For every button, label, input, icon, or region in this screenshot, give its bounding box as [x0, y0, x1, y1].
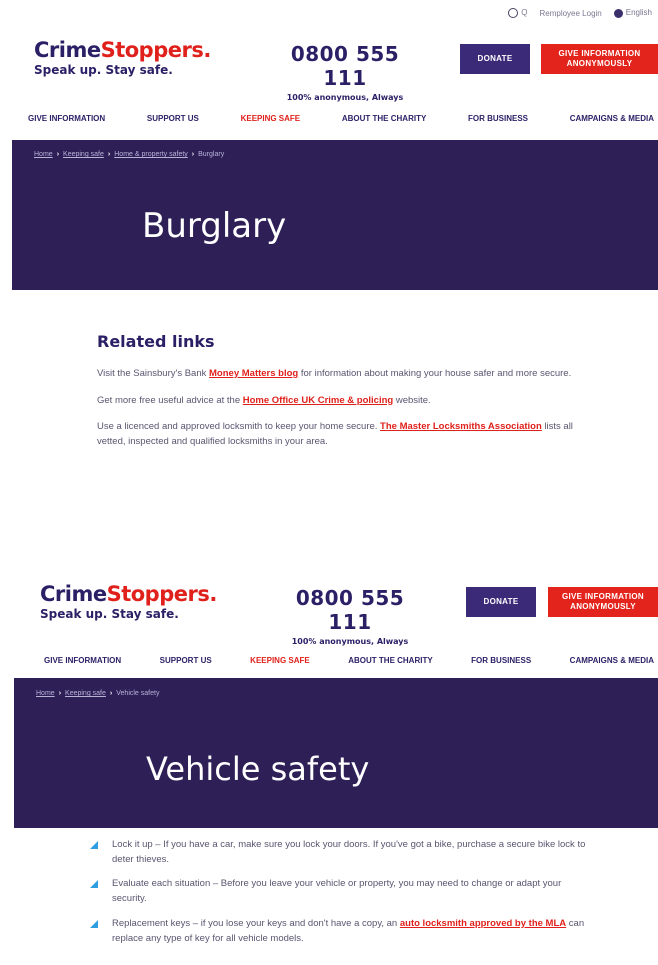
chevron-right-icon: ›	[191, 151, 195, 158]
breadcrumb-current: Vehicle safety	[116, 690, 160, 697]
logo-tagline: Speak up. Stay safe.	[34, 63, 173, 77]
nav-support-us[interactable]: SUPPORT US	[147, 114, 199, 123]
search-icon	[508, 8, 519, 18]
breadcrumb: Home › Keeping safe › Vehicle safety	[36, 690, 159, 697]
list-item: Replacement keys – if you lose your keys…	[90, 917, 590, 946]
donate-button[interactable]: DONATE	[466, 587, 536, 617]
language-selector[interactable]: English	[613, 8, 652, 18]
section-heading: Related links	[97, 332, 215, 351]
nav-support-us[interactable]: SUPPORT US	[160, 656, 212, 665]
phone-number[interactable]: 0800 555 111	[270, 42, 420, 90]
bullet-triangle-icon	[90, 841, 98, 849]
list-item: Lock it up – If you have a car, make sur…	[90, 838, 590, 867]
chevron-right-icon: ›	[109, 690, 113, 697]
chevron-right-icon: ›	[107, 151, 111, 158]
related-links-section: Related links Visit the Sainsbury's Bank…	[97, 330, 587, 462]
breadcrumb: Home › Keeping safe › Home & property safety…	[34, 151, 224, 158]
search-button[interactable]: Q	[508, 8, 527, 18]
globe-icon	[613, 8, 623, 18]
main-nav: GIVE INFORMATION SUPPORT US KEEPING SAFE…	[0, 104, 658, 132]
breadcrumb-keeping-safe[interactable]: Keeping safe	[63, 151, 104, 158]
logo-tagline: Speak up. Stay safe.	[40, 607, 179, 621]
donate-button[interactable]: DONATE	[460, 44, 530, 74]
breadcrumb-current: Burglary	[198, 151, 225, 158]
nav-about-the-charity[interactable]: ABOUT THE CHARITY	[348, 656, 432, 665]
related-paragraph: Use a licenced and approved locksmith to…	[97, 421, 573, 447]
mla-locksmith-link[interactable]: auto locksmith approved by the MLA	[400, 918, 566, 929]
nav-for-business[interactable]: FOR BUSINESS	[468, 114, 528, 123]
nav-keeping-safe[interactable]: KEEPING SAFE	[241, 114, 301, 123]
home-office-link[interactable]: Home Office UK Crime & policing	[243, 395, 393, 406]
related-paragraph: Visit the Sainsbury's Bank Money Matters…	[97, 367, 572, 379]
breadcrumb-home[interactable]: Home	[34, 151, 53, 158]
bullet-triangle-icon	[90, 919, 98, 928]
burglary-page: Q Remployee Login English CrimeStoppers.…	[0, 0, 658, 525]
nav-give-information[interactable]: GIVE INFORMATION	[44, 656, 121, 665]
account-link[interactable]: Remployee Login	[539, 9, 601, 18]
main-nav: GIVE INFORMATION SUPPORT US KEEPING SAFE…	[0, 646, 658, 674]
phone-block: 0800 555 111 100% anonymous, Always	[275, 586, 425, 646]
give-information-button[interactable]: GIVE INFORMATION ANONYMOUSLY	[548, 587, 658, 617]
breadcrumb-home[interactable]: Home	[36, 690, 55, 697]
nav-about-the-charity[interactable]: ABOUT THE CHARITY	[342, 114, 426, 123]
nav-campaigns-media[interactable]: CAMPAIGNS & MEDIA	[570, 114, 654, 123]
phone-subtitle: 100% anonymous, Always	[286, 93, 404, 102]
breadcrumb-home-property-safety[interactable]: Home & property safety	[114, 151, 188, 158]
related-paragraph: Get more free useful advice at the Home …	[97, 394, 431, 406]
utility-bar: Q Remployee Login English	[508, 8, 652, 18]
give-information-button[interactable]: GIVE INFORMATION ANONYMOUSLY	[541, 44, 658, 74]
nav-give-information[interactable]: GIVE INFORMATION	[28, 114, 105, 123]
hero-banner: Home › Keeping safe › Home & property safety…	[12, 140, 658, 290]
chevron-right-icon: ›	[58, 690, 62, 697]
site-logo[interactable]: CrimeStoppers. Speak up. Stay safe.	[34, 38, 211, 77]
chevron-right-icon: ›	[56, 151, 60, 158]
vehicle-tips-list: Lock it up – If you have a car, make sur…	[90, 838, 590, 956]
hero-banner: Home › Keeping safe › Vehicle safety Vehicle…	[14, 678, 658, 828]
phone-block: 0800 555 111 100% anonymous, Always	[270, 42, 420, 102]
site-logo[interactable]: CrimeStoppers. Speak up. Stay safe.	[40, 582, 217, 621]
nav-keeping-safe[interactable]: KEEPING SAFE	[250, 656, 310, 665]
bullet-triangle-icon	[90, 880, 98, 889]
page-title: Vehicle safety	[146, 750, 370, 788]
master-locksmiths-link[interactable]: The Master Locksmiths Association	[380, 421, 542, 432]
phone-subtitle: 100% anonymous, Always	[291, 637, 409, 646]
list-item: Evaluate each situation – Before you lea…	[90, 877, 590, 906]
nav-for-business[interactable]: FOR BUSINESS	[471, 656, 531, 665]
phone-number[interactable]: 0800 555 111	[275, 586, 425, 634]
nav-campaigns-media[interactable]: CAMPAIGNS & MEDIA	[570, 656, 654, 665]
money-matters-link[interactable]: Money Matters blog	[209, 368, 298, 379]
breadcrumb-keeping-safe[interactable]: Keeping safe	[65, 690, 106, 697]
page-title: Burglary	[142, 206, 287, 246]
